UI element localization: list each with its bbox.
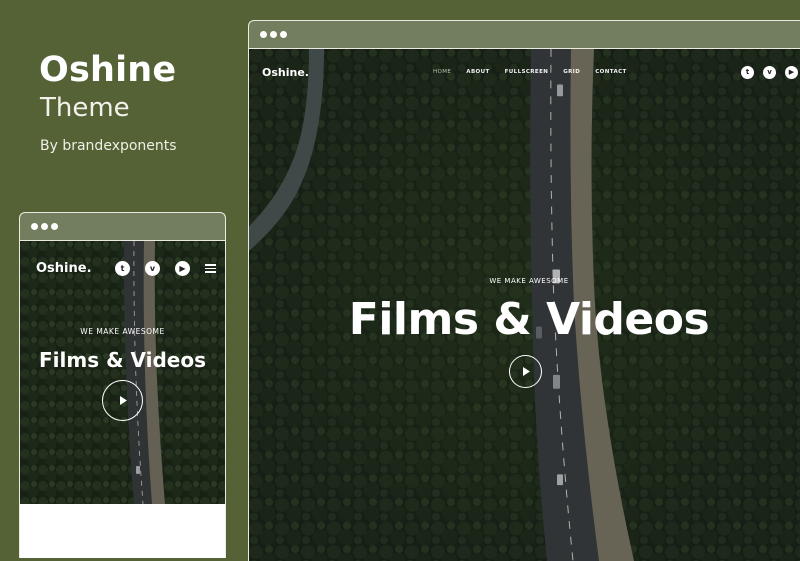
window-dot[interactable] — [270, 31, 277, 38]
main-navigation: HOME ABOUT FULLSCREEN GRID CONTACT — [433, 69, 642, 75]
nav-about[interactable]: ABOUT — [466, 69, 489, 75]
window-titlebar — [249, 21, 800, 49]
window-controls — [31, 223, 58, 230]
hamburger-menu-icon[interactable] — [205, 262, 216, 275]
nav-home[interactable]: HOME — [433, 69, 451, 75]
hero-section: Oshine. t v ▶ WE MAKE AWESOME Films & Vi… — [20, 241, 225, 504]
site-logo[interactable]: Oshine. — [262, 66, 309, 79]
promo-title: Oshine — [39, 50, 177, 90]
twitter-icon[interactable]: t — [741, 66, 754, 79]
play-button[interactable] — [102, 380, 143, 421]
social-links: t v ▶ — [115, 261, 216, 276]
window-dot[interactable] — [280, 31, 287, 38]
promo-byline: By brandexponents — [40, 138, 177, 154]
desktop-browser-window: Oshine. HOME ABOUT FULLSCREEN GRID CONTA… — [248, 20, 800, 561]
window-dot[interactable] — [41, 223, 48, 230]
hero-headline: Films & Videos — [39, 348, 206, 372]
social-links: t v ▶ — [741, 66, 798, 79]
vimeo-icon[interactable]: v — [145, 261, 160, 276]
twitter-icon[interactable]: t — [115, 261, 130, 276]
hero-background-image — [20, 241, 225, 504]
window-titlebar — [20, 213, 225, 241]
youtube-icon[interactable]: ▶ — [785, 66, 798, 79]
hero-tagline: WE MAKE AWESOME — [80, 327, 165, 336]
window-dot[interactable] — [260, 31, 267, 38]
window-dot[interactable] — [51, 223, 58, 230]
youtube-icon[interactable]: ▶ — [175, 261, 190, 276]
nav-fullscreen[interactable]: FULLSCREEN — [505, 69, 549, 75]
nav-grid[interactable]: GRID — [563, 69, 580, 75]
hero-tagline: WE MAKE AWESOME — [489, 277, 569, 285]
hero-headline: Films & Videos — [348, 294, 710, 345]
play-button[interactable] — [509, 355, 542, 388]
site-logo[interactable]: Oshine. — [36, 261, 92, 276]
hero-section: Oshine. HOME ABOUT FULLSCREEN GRID CONTA… — [249, 49, 800, 561]
play-icon — [119, 396, 127, 405]
mobile-browser-window: Oshine. t v ▶ WE MAKE AWESOME Films & Vi… — [19, 212, 226, 558]
window-dot[interactable] — [31, 223, 38, 230]
vimeo-icon[interactable]: v — [763, 66, 776, 79]
window-controls — [260, 31, 287, 38]
promo-subtitle: Theme — [40, 93, 130, 123]
nav-contact[interactable]: CONTACT — [595, 69, 626, 75]
play-icon — [522, 367, 530, 376]
